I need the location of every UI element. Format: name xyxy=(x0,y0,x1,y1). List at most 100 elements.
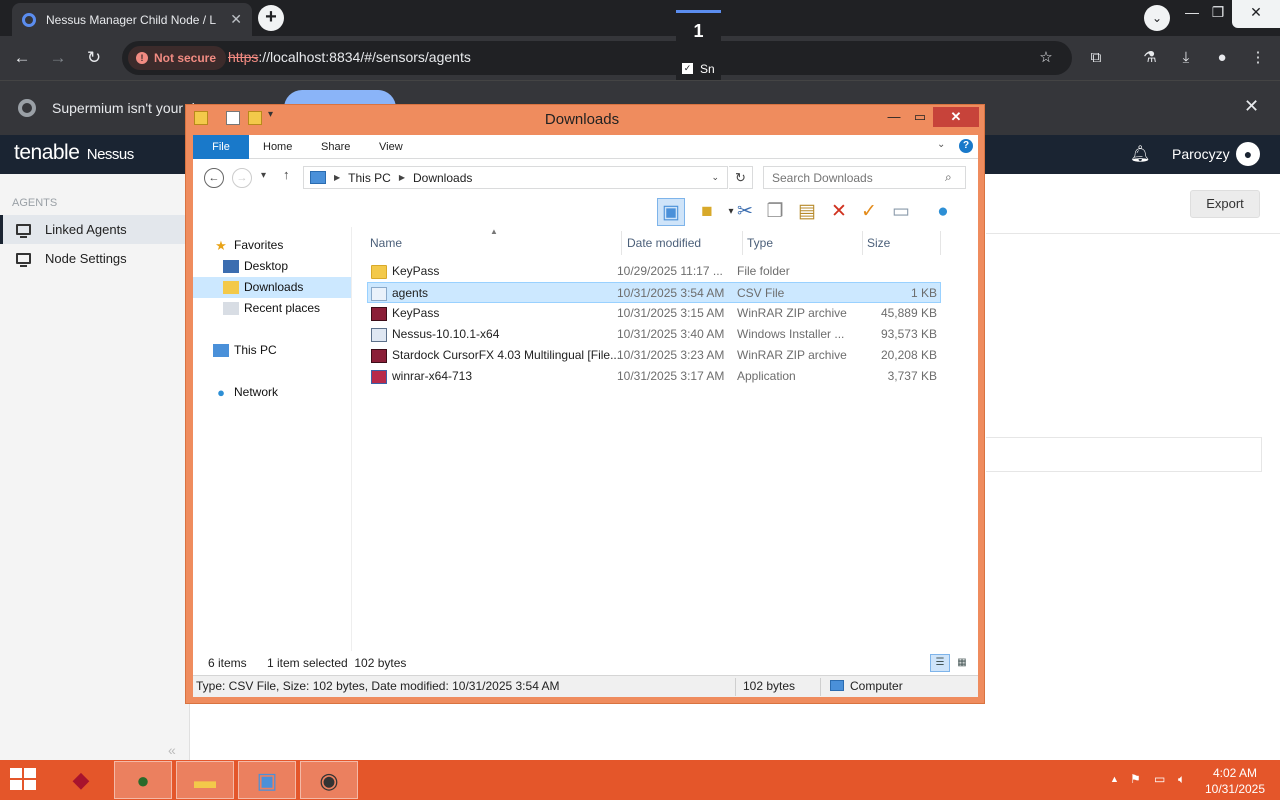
recent-locations-icon[interactable]: ▾ xyxy=(261,170,266,181)
paste-icon[interactable]: ▤ xyxy=(793,198,821,226)
column-size[interactable]: Size xyxy=(863,231,941,255)
sidebar-item-linked-agents[interactable]: Linked Agents xyxy=(0,215,190,244)
refresh-icon[interactable]: ↻ xyxy=(729,166,753,189)
show-hidden-icons-icon[interactable]: ▲ xyxy=(1110,774,1119,784)
file-name: KeyPass xyxy=(392,264,440,278)
star-icon[interactable]: ☆ xyxy=(1036,48,1056,68)
breadcrumb[interactable]: ▶ This PC ▶ Downloads ⌄ xyxy=(303,166,728,189)
action-center-flag-icon[interactable]: ⚑ xyxy=(1130,772,1141,786)
file-explorer-app-icon[interactable]: ▬ xyxy=(176,761,234,799)
details-location: Computer xyxy=(830,679,903,693)
browser-app-icon[interactable]: ● xyxy=(114,761,172,799)
new-tab-button[interactable]: + xyxy=(258,5,284,31)
tab-share[interactable]: Share xyxy=(307,135,364,159)
address-bar[interactable]: ! Not secure https://localhost:8834/#/se… xyxy=(122,41,1072,75)
search-downloads-input[interactable] xyxy=(763,166,966,189)
up-level-icon[interactable]: ↑ xyxy=(283,167,290,182)
start-button[interactable] xyxy=(10,768,38,792)
export-button[interactable]: Export xyxy=(1190,190,1260,218)
recent-places-icon xyxy=(223,302,239,315)
column-type[interactable]: Type xyxy=(743,231,863,255)
taskbar-clock[interactable]: 4:02 AM 10/31/2025 xyxy=(1198,765,1272,797)
file-explorer-window: ▾ Downloads — ▭ ✕ File Home Share View ⌄… xyxy=(185,104,985,704)
back-icon[interactable]: ← xyxy=(10,46,34,70)
file-name-cell: agents xyxy=(371,283,621,304)
explorer-maximize-button[interactable]: ▭ xyxy=(906,107,934,127)
zoom-popup-checkbox[interactable]: ✓ xyxy=(682,63,693,74)
breadcrumb-downloads[interactable]: Downloads xyxy=(413,171,472,185)
preview-pane-icon[interactable]: ▣ xyxy=(657,198,685,226)
username[interactable]: Parocyzy xyxy=(1172,146,1230,162)
breadcrumb-this-pc[interactable]: This PC xyxy=(348,171,391,185)
file-row-selected[interactable]: agents 10/31/2025 3:54 AM CSV File 1 KB xyxy=(367,282,941,303)
column-name[interactable]: Name xyxy=(366,231,622,255)
volume-muted-icon[interactable]: 🔈︎ xyxy=(1178,772,1185,787)
column-date-modified[interactable]: Date modified xyxy=(623,231,743,255)
nav-this-pc[interactable]: This PC xyxy=(213,340,277,361)
navigation-pane: ★ Favorites Desktop Downloads Recent pla… xyxy=(193,227,352,651)
file-row[interactable]: KeyPass 10/31/2025 3:15 AM WinRAR ZIP ar… xyxy=(367,303,941,324)
nessus-favicon-icon xyxy=(22,12,36,27)
nav-network[interactable]: ● Network xyxy=(213,382,278,403)
nav-favorites-label: Favorites xyxy=(234,238,284,252)
explorer-forward-icon[interactable]: → xyxy=(232,168,252,188)
forward-icon[interactable]: → xyxy=(46,46,70,70)
nav-recent-places[interactable]: Recent places xyxy=(223,298,320,319)
help-icon[interactable]: ? xyxy=(959,139,973,153)
nav-desktop[interactable]: Desktop xyxy=(223,256,351,277)
notifications-bell-icon[interactable]: 🔔︎ xyxy=(1130,144,1150,164)
explorer-titlebar[interactable]: ▾ Downloads — ▭ ✕ xyxy=(186,105,984,133)
file-date: 10/31/2025 3:40 AM xyxy=(617,327,725,341)
network-globe-icon[interactable]: ● xyxy=(929,198,957,226)
tab-view[interactable]: View xyxy=(365,135,417,159)
menu-icon[interactable]: ⋮ xyxy=(1248,48,1268,68)
details-view-icon[interactable]: ☰ xyxy=(930,654,950,672)
explorer-minimize-button[interactable]: — xyxy=(880,107,908,127)
extensions-icon[interactable]: ⧉ xyxy=(1086,48,1106,68)
download-icon[interactable]: ⤓ xyxy=(1176,48,1196,68)
browser-tab[interactable]: Nessus Manager Child Node / L ✕ xyxy=(12,3,252,36)
labs-icon[interactable]: ⚗ xyxy=(1140,48,1160,68)
expand-ribbon-icon[interactable]: ⌄ xyxy=(937,139,945,150)
file-type: File folder xyxy=(737,264,790,278)
file-name-cell: KeyPass xyxy=(371,303,621,324)
close-window-button[interactable]: ✕ xyxy=(1232,0,1280,28)
not-secure-chip[interactable]: ! Not secure xyxy=(128,46,227,70)
winrar-app-icon[interactable]: ◆ xyxy=(52,761,110,799)
control-panel-app-icon[interactable]: ▣ xyxy=(238,761,296,799)
tab-search-button[interactable]: ⌄ xyxy=(1144,5,1170,31)
file-row[interactable]: KeyPass 10/29/2025 11:17 ... File folder xyxy=(367,261,941,282)
explorer-back-icon[interactable]: ← xyxy=(204,168,224,188)
infobar-close-icon[interactable]: ✕ xyxy=(1244,96,1259,117)
file-row[interactable]: winrar-x64-713 10/31/2025 3:17 AM Applic… xyxy=(367,366,941,387)
logo-brand: tenable xyxy=(14,141,80,164)
cut-icon[interactable]: ✂ xyxy=(731,198,759,226)
details-divider xyxy=(820,678,821,696)
file-row[interactable]: Nessus-10.10.1-x64 10/31/2025 3:40 AM Wi… xyxy=(367,324,941,345)
profile-icon[interactable]: ● xyxy=(1212,48,1232,68)
reload-icon[interactable]: ↻ xyxy=(82,46,106,70)
zoom-popup-number: 1 xyxy=(693,21,704,41)
collapse-sidebar-icon[interactable]: « xyxy=(168,742,176,758)
rename-icon[interactable]: ▭ xyxy=(887,198,915,226)
properties-check-icon[interactable]: ✓ xyxy=(855,198,883,226)
nav-downloads[interactable]: Downloads xyxy=(193,277,351,298)
file-name-cell: winrar-x64-713 xyxy=(371,366,621,387)
cursorfx-app-icon[interactable]: ◉ xyxy=(300,761,358,799)
network-tray-icon[interactable]: ▭ xyxy=(1154,772,1165,786)
tab-home[interactable]: Home xyxy=(249,135,306,159)
user-avatar[interactable]: ● xyxy=(1236,142,1260,166)
tenable-logo[interactable]: tenable Nessus xyxy=(14,141,134,165)
application-icon xyxy=(371,369,387,384)
explorer-close-button[interactable]: ✕ xyxy=(933,107,979,127)
file-row[interactable]: Stardock CursorFX 4.03 Multilingual [Fil… xyxy=(367,345,941,366)
delete-icon[interactable]: ✕ xyxy=(825,198,853,226)
large-icons-view-icon[interactable]: ▦ xyxy=(952,654,972,672)
tab-close-icon[interactable]: ✕ xyxy=(230,11,242,28)
url-text[interactable]: https://localhost:8834/#/sensors/agents xyxy=(228,49,471,65)
tab-file[interactable]: File xyxy=(193,135,249,159)
copy-icon[interactable]: ❐ xyxy=(761,198,789,226)
address-history-icon[interactable]: ⌄ xyxy=(711,172,719,183)
nav-favorites[interactable]: ★ Favorites xyxy=(213,235,283,256)
sidebar-item-node-settings[interactable]: Node Settings xyxy=(0,244,190,273)
